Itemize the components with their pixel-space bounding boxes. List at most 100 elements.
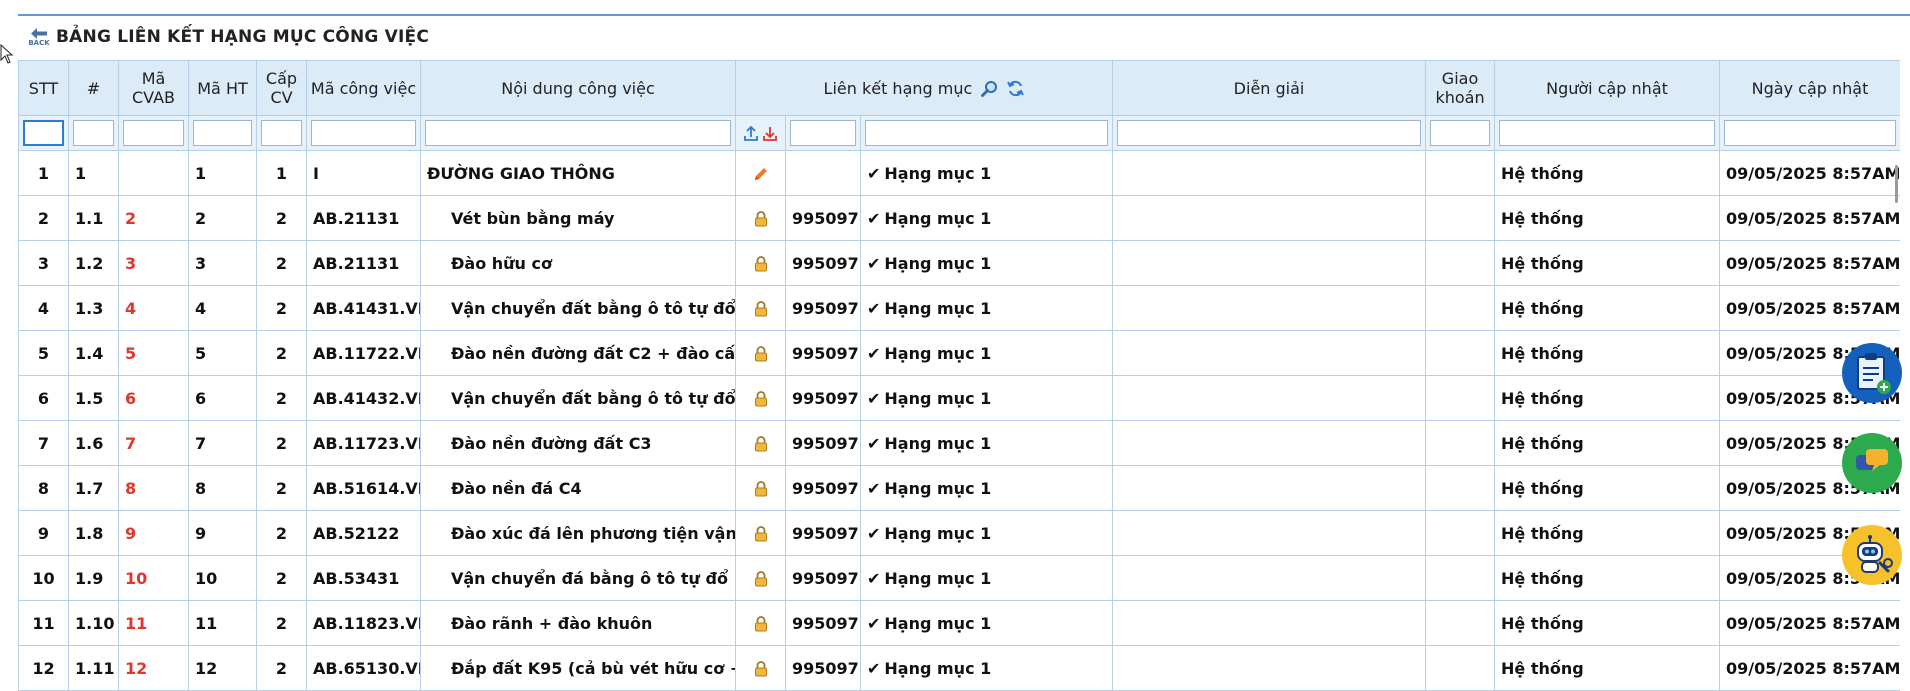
cell-ma-cvab[interactable]: 9	[118, 510, 189, 556]
filter-link-name-input[interactable]	[865, 120, 1109, 146]
cell-dien-giai[interactable]	[1112, 285, 1427, 331]
filter-dien-giai-input[interactable]	[1117, 120, 1422, 146]
cell-dien-giai[interactable]	[1112, 645, 1427, 691]
col-giao-khoan[interactable]: Giao khoán	[1425, 60, 1496, 116]
table-row[interactable]: 2 1.1 2 2 2 AB.21131 Vét bùn bằng máy 995097 ✔ Hạ…	[18, 195, 1900, 241]
col-dien-giai[interactable]: Diễn giải	[1112, 60, 1427, 116]
cell-ma-cvab[interactable]: 6	[118, 375, 189, 421]
cell-ma-cvab[interactable]: 11	[118, 600, 189, 646]
table-row[interactable]: 8 1.7 8 8 2 AB.51614.VD Đào nền đá C4 995097 ✔ Hạ…	[18, 465, 1900, 511]
col-stt[interactable]: STT	[18, 60, 69, 116]
col-ngay-cap-nhat[interactable]: Ngày cập nhật	[1719, 60, 1900, 116]
filter-num-input[interactable]	[73, 120, 114, 146]
cell-action[interactable]	[735, 600, 786, 646]
cell-action[interactable]	[735, 195, 786, 241]
cell-ma-cvab[interactable]: 8	[118, 465, 189, 511]
filter-stt-input[interactable]	[23, 120, 64, 146]
cell-dien-giai[interactable]	[1112, 240, 1427, 286]
filter-ma-cvab-input[interactable]	[123, 120, 184, 146]
magnifier-icon[interactable]	[981, 80, 998, 97]
cell-action[interactable]	[735, 330, 786, 376]
cell-action[interactable]	[735, 375, 786, 421]
cell-giao-khoan[interactable]	[1425, 150, 1496, 196]
cell-link-name[interactable]: ✔ Hạng mục 1	[859, 465, 1114, 511]
col-noi-dung[interactable]: Nội dung công việc	[420, 60, 736, 116]
cell-action[interactable]	[735, 645, 786, 691]
add-note-button[interactable]	[1842, 343, 1902, 403]
table-row[interactable]: 12 1.11 12 12 2 AB.65130.VD Đắp đất K95 (cả bù…	[18, 645, 1900, 691]
cell-giao-khoan[interactable]	[1425, 600, 1496, 646]
cell-giao-khoan[interactable]	[1425, 330, 1496, 376]
cell-link-name[interactable]: ✔ Hạng mục 1	[859, 330, 1114, 376]
cell-link-name[interactable]: ✔ Hạng mục 1	[859, 645, 1114, 691]
table-row[interactable]: 11 1.10 11 11 2 AB.11823.VD Đào rãnh + đào khu…	[18, 600, 1900, 646]
cell-link-name[interactable]: ✔ Hạng mục 1	[859, 375, 1114, 421]
cell-link-name[interactable]: ✔ Hạng mục 1	[859, 555, 1114, 601]
filter-nguoi-cap-nhat-input[interactable]	[1499, 120, 1716, 146]
back-button[interactable]: BACK	[28, 26, 50, 48]
cell-link-name[interactable]: ✔ Hạng mục 1	[859, 195, 1114, 241]
cell-dien-giai[interactable]	[1112, 195, 1427, 241]
table-row[interactable]: 10 1.9 10 10 2 AB.53431 Vận chuyển đá bằng ô t…	[18, 555, 1900, 601]
cell-ma-cvab[interactable]: 3	[118, 240, 189, 286]
cell-action[interactable]	[735, 420, 786, 466]
cell-dien-giai[interactable]	[1112, 555, 1427, 601]
col-ma-cong-viec[interactable]: Mã công việc	[306, 60, 421, 116]
cell-action[interactable]	[735, 150, 786, 196]
refresh-icon[interactable]	[1007, 80, 1025, 97]
chat-button[interactable]	[1842, 433, 1902, 493]
table-row[interactable]: 9 1.8 9 9 2 AB.52122 Đào xúc đá lên phương tiệ…	[18, 510, 1900, 556]
cell-link-name[interactable]: ✔ Hạng mục 1	[859, 240, 1114, 286]
col-num[interactable]: #	[68, 60, 119, 116]
filter-ma-cong-viec-input[interactable]	[311, 120, 416, 146]
cell-giao-khoan[interactable]	[1425, 465, 1496, 511]
table-row[interactable]: 3 1.2 3 3 2 AB.21131 Đào hữu cơ 995097 ✔ Hạng mục…	[18, 240, 1900, 286]
cell-giao-khoan[interactable]	[1425, 555, 1496, 601]
cell-link-name[interactable]: ✔ Hạng mục 1	[859, 600, 1114, 646]
cell-dien-giai[interactable]	[1112, 465, 1427, 511]
cell-dien-giai[interactable]	[1112, 150, 1427, 196]
pencil-icon[interactable]	[753, 166, 769, 182]
cell-link-name[interactable]: ✔ Hạng mục 1	[859, 285, 1114, 331]
cell-link-name[interactable]: ✔ Hạng mục 1	[859, 420, 1114, 466]
table-row[interactable]: 5 1.4 5 5 2 AB.11722.VD Đào nền đường đất C2 +…	[18, 330, 1900, 376]
filter-giao-khoan-input[interactable]	[1430, 120, 1491, 146]
cell-dien-giai[interactable]	[1112, 375, 1427, 421]
cell-dien-giai[interactable]	[1112, 420, 1427, 466]
cell-giao-khoan[interactable]	[1425, 285, 1496, 331]
cell-ma-cvab[interactable]	[118, 150, 189, 196]
cell-ma-cvab[interactable]: 5	[118, 330, 189, 376]
col-cap-cv[interactable]: Cấp CV	[256, 60, 307, 116]
cell-ma-cvab[interactable]: 10	[118, 555, 189, 601]
cell-giao-khoan[interactable]	[1425, 510, 1496, 556]
cell-dien-giai[interactable]	[1112, 510, 1427, 556]
cell-giao-khoan[interactable]	[1425, 240, 1496, 286]
filter-link-code-input[interactable]	[790, 120, 856, 146]
cell-giao-khoan[interactable]	[1425, 420, 1496, 466]
col-lien-ket[interactable]: Liên kết hạng mục	[734, 60, 1114, 116]
assistant-robot-button[interactable]	[1842, 525, 1902, 585]
table-row[interactable]: 4 1.3 4 4 2 AB.41431.VD Vận chuyển đất bằng ô …	[18, 285, 1900, 331]
cell-action[interactable]	[735, 240, 786, 286]
table-row[interactable]: 1 1 1 1 I ĐƯỜNG GIAO THÔNG ✔ Hạng mục 1 Hệ thống…	[18, 150, 1900, 196]
cell-link-name[interactable]: ✔ Hạng mục 1	[859, 150, 1114, 196]
cell-action[interactable]	[735, 285, 786, 331]
cell-giao-khoan[interactable]	[1425, 195, 1496, 241]
upload-icon[interactable]	[744, 125, 758, 142]
cell-link-name[interactable]: ✔ Hạng mục 1	[859, 510, 1114, 556]
cell-ma-cvab[interactable]: 2	[118, 195, 189, 241]
table-row[interactable]: 6 1.5 6 6 2 AB.41432.VD Vận chuyển đất bằng ô …	[18, 375, 1900, 421]
cell-ma-cvab[interactable]: 12	[118, 645, 189, 691]
col-ma-ht[interactable]: Mã HT	[188, 60, 257, 116]
col-nguoi-cap-nhat[interactable]: Người cập nhật	[1494, 60, 1721, 116]
filter-ngay-cap-nhat-input[interactable]	[1724, 120, 1897, 146]
filter-ma-ht-input[interactable]	[193, 120, 252, 146]
cell-dien-giai[interactable]	[1112, 330, 1427, 376]
col-ma-cvab[interactable]: Mã CVAB	[118, 60, 189, 116]
cell-dien-giai[interactable]	[1112, 600, 1427, 646]
cell-ma-cvab[interactable]: 4	[118, 285, 189, 331]
cell-action[interactable]	[735, 510, 786, 556]
cell-ma-cvab[interactable]: 7	[118, 420, 189, 466]
cell-action[interactable]	[735, 465, 786, 511]
cell-giao-khoan[interactable]	[1425, 645, 1496, 691]
